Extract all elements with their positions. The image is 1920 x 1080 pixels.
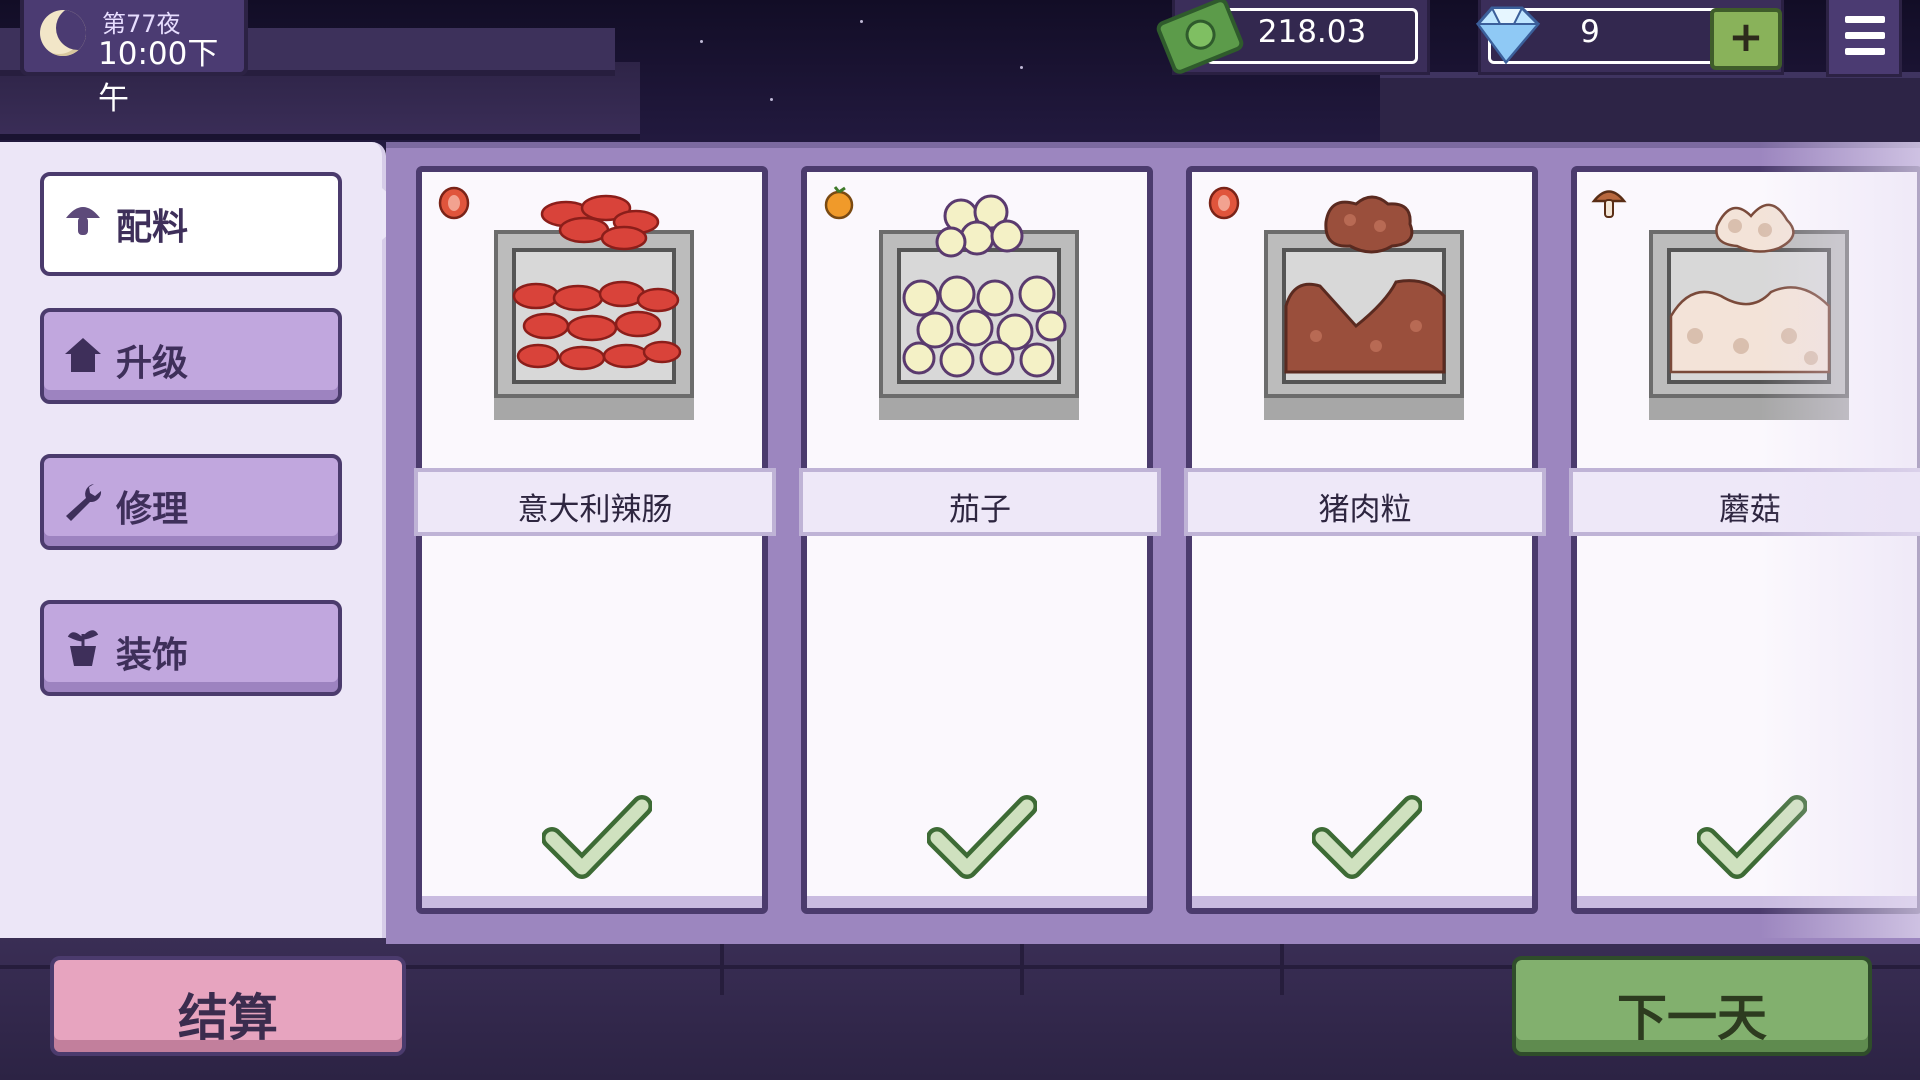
- card-footer: [422, 896, 762, 908]
- floor-seam: [1280, 935, 1284, 995]
- ingredient-card-eggplant[interactable]: 茄子: [799, 166, 1161, 914]
- settle-label: 结算: [178, 989, 278, 1047]
- mushroom-icon: [1591, 190, 1627, 218]
- add-gems-button[interactable]: +: [1710, 8, 1782, 70]
- eggplant-pile-image: [902, 194, 1067, 378]
- card-footer: [807, 896, 1147, 908]
- night-time-badge: 第77夜 10:00下午: [20, 0, 248, 117]
- settle-button[interactable]: 结算: [50, 956, 406, 1056]
- next-day-label: 下一天: [1617, 989, 1767, 1047]
- tab-label: 配料: [116, 207, 189, 248]
- scroll-fade: [1760, 142, 1920, 938]
- diamond-icon: [1476, 6, 1541, 65]
- ingredient-name: 猪肉粒: [1318, 492, 1412, 528]
- ingredient-name-bar: 意大利辣肠: [414, 468, 776, 536]
- checkmark-icon: [542, 795, 652, 879]
- ingredient-card-pork[interactable]: 猪肉粒: [1184, 166, 1546, 914]
- floor-seam: [720, 935, 724, 995]
- star: [1020, 66, 1023, 69]
- ingredient-name: 意大利辣肠: [517, 492, 673, 528]
- tab-label: 装饰: [116, 635, 189, 676]
- ingredient-name-bar: 茄子: [799, 468, 1161, 536]
- star: [860, 20, 863, 23]
- meat-icon: [438, 186, 470, 220]
- category-sidebar: 配料 升级 修理 装饰: [0, 142, 386, 938]
- clock-time: 10:00下午: [98, 36, 219, 117]
- tab-label: 修理: [116, 489, 189, 530]
- mushroom-icon: [66, 207, 100, 235]
- moon-icon: [40, 10, 86, 56]
- hamburger-menu-button[interactable]: [1826, 0, 1902, 77]
- tab-decor[interactable]: 装饰: [40, 600, 342, 696]
- menu-icon: [1845, 32, 1885, 39]
- tab-upgrade[interactable]: 升级: [40, 308, 342, 404]
- checkmark-icon: [1312, 795, 1422, 879]
- tab-label: 升级: [116, 343, 189, 384]
- checkmark-icon: [927, 795, 1037, 879]
- menu-icon: [1845, 48, 1885, 55]
- ingredient-name: 茄子: [949, 492, 1011, 528]
- ingredient-name-bar: 猪肉粒: [1184, 468, 1546, 536]
- pepperoni-pile-image: [512, 194, 682, 371]
- star: [700, 40, 703, 43]
- house-icon: [65, 338, 101, 372]
- star: [770, 98, 773, 101]
- floor-seam: [1020, 935, 1024, 995]
- tab-repair[interactable]: 修理: [40, 454, 342, 550]
- card-footer: [1192, 896, 1532, 908]
- pork-pile-image: [1284, 195, 1446, 374]
- meat-icon: [1208, 186, 1240, 220]
- ingredient-card-pepperoni[interactable]: 意大利辣肠: [414, 166, 776, 914]
- orange-icon: [824, 186, 854, 220]
- next-day-button[interactable]: 下一天: [1512, 956, 1872, 1056]
- menu-icon: [1845, 16, 1885, 23]
- tab-ingredients[interactable]: 配料: [40, 172, 342, 276]
- plant-pot-icon: [67, 630, 99, 666]
- rooftop-right: [1380, 72, 1920, 148]
- wrench-icon: [66, 484, 102, 521]
